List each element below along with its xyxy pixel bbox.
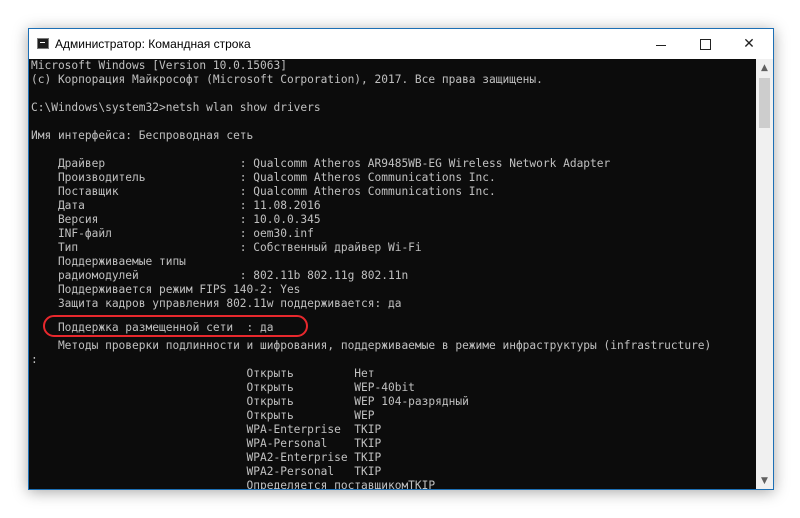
console-line: Методы проверки подлинности и шифрования… — [31, 339, 712, 352]
console-line: Открыть WEP 104-разрядный — [31, 395, 469, 408]
console-line: Тип : Собственный драйвер Wi-Fi — [31, 241, 422, 254]
console-line: Производитель : Qualcomm Atheros Communi… — [31, 171, 496, 184]
close-button[interactable]: ✕ — [727, 29, 771, 59]
cmd-app-icon — [37, 38, 49, 49]
console-line: Определяется поставщикомTKIP — [31, 479, 436, 489]
console-line: WPA2-Personal TKIP — [31, 465, 382, 478]
console-line: Имя интерфейса: Беспроводная сеть — [31, 129, 254, 142]
scroll-up-icon[interactable]: ▲ — [756, 59, 773, 76]
scrollbar-thumb[interactable] — [759, 78, 770, 128]
close-icon: ✕ — [743, 36, 755, 52]
console-line: Открыть Нет — [31, 367, 375, 380]
minimize-icon — [656, 44, 666, 46]
console-line: Поставщик : Qualcomm Atheros Communicati… — [31, 185, 496, 198]
console-line: WPA-Personal TKIP — [31, 437, 382, 450]
highlight-oval — [43, 315, 308, 337]
console-output[interactable]: Microsoft Windows [Version 10.0.15063] (… — [29, 59, 756, 489]
console-line: радиомодулей : 802.11b 802.11g 802.11n — [31, 269, 409, 282]
console-line: Поддерживается режим FIPS 140-2: Yes — [31, 283, 301, 296]
console-line: (c) Корпорация Майкрософт (Microsoft Cor… — [31, 73, 543, 86]
console-line: Открыть WEP — [31, 409, 375, 422]
console-line: INF-файл : oem30.inf — [31, 227, 314, 240]
console-line: Поддерживаемые типы — [31, 255, 186, 268]
window-title: Администратор: Командная строка — [55, 37, 251, 51]
console-line: WPA-Enterprise TKIP — [31, 423, 382, 436]
console-line: : — [31, 353, 38, 366]
maximize-icon — [699, 38, 711, 50]
scroll-down-icon[interactable]: ▼ — [756, 472, 773, 489]
vertical-scrollbar[interactable]: ▲ ▼ — [756, 59, 773, 489]
console-line: C:\Windows\system32>netsh wlan show driv… — [31, 101, 321, 114]
console-line: Открыть WEP-40bit — [31, 381, 415, 394]
console-line: Дата : 11.08.2016 — [31, 199, 321, 212]
console-line: Драйвер : Qualcomm Atheros AR9485WB-EG W… — [31, 157, 611, 170]
maximize-button[interactable] — [683, 29, 727, 59]
console-line: Защита кадров управления 802.11w поддерж… — [31, 297, 402, 310]
command-prompt-window: Администратор: Командная строка ✕ Micros… — [28, 28, 774, 490]
title-bar[interactable]: Администратор: Командная строка ✕ — [29, 29, 773, 59]
console-line: WPA2-Enterprise TKIP — [31, 451, 382, 464]
console-line: Microsoft Windows [Version 10.0.15063] — [31, 59, 287, 72]
console-line: Версия : 10.0.0.345 — [31, 213, 321, 226]
minimize-button[interactable] — [639, 29, 683, 59]
